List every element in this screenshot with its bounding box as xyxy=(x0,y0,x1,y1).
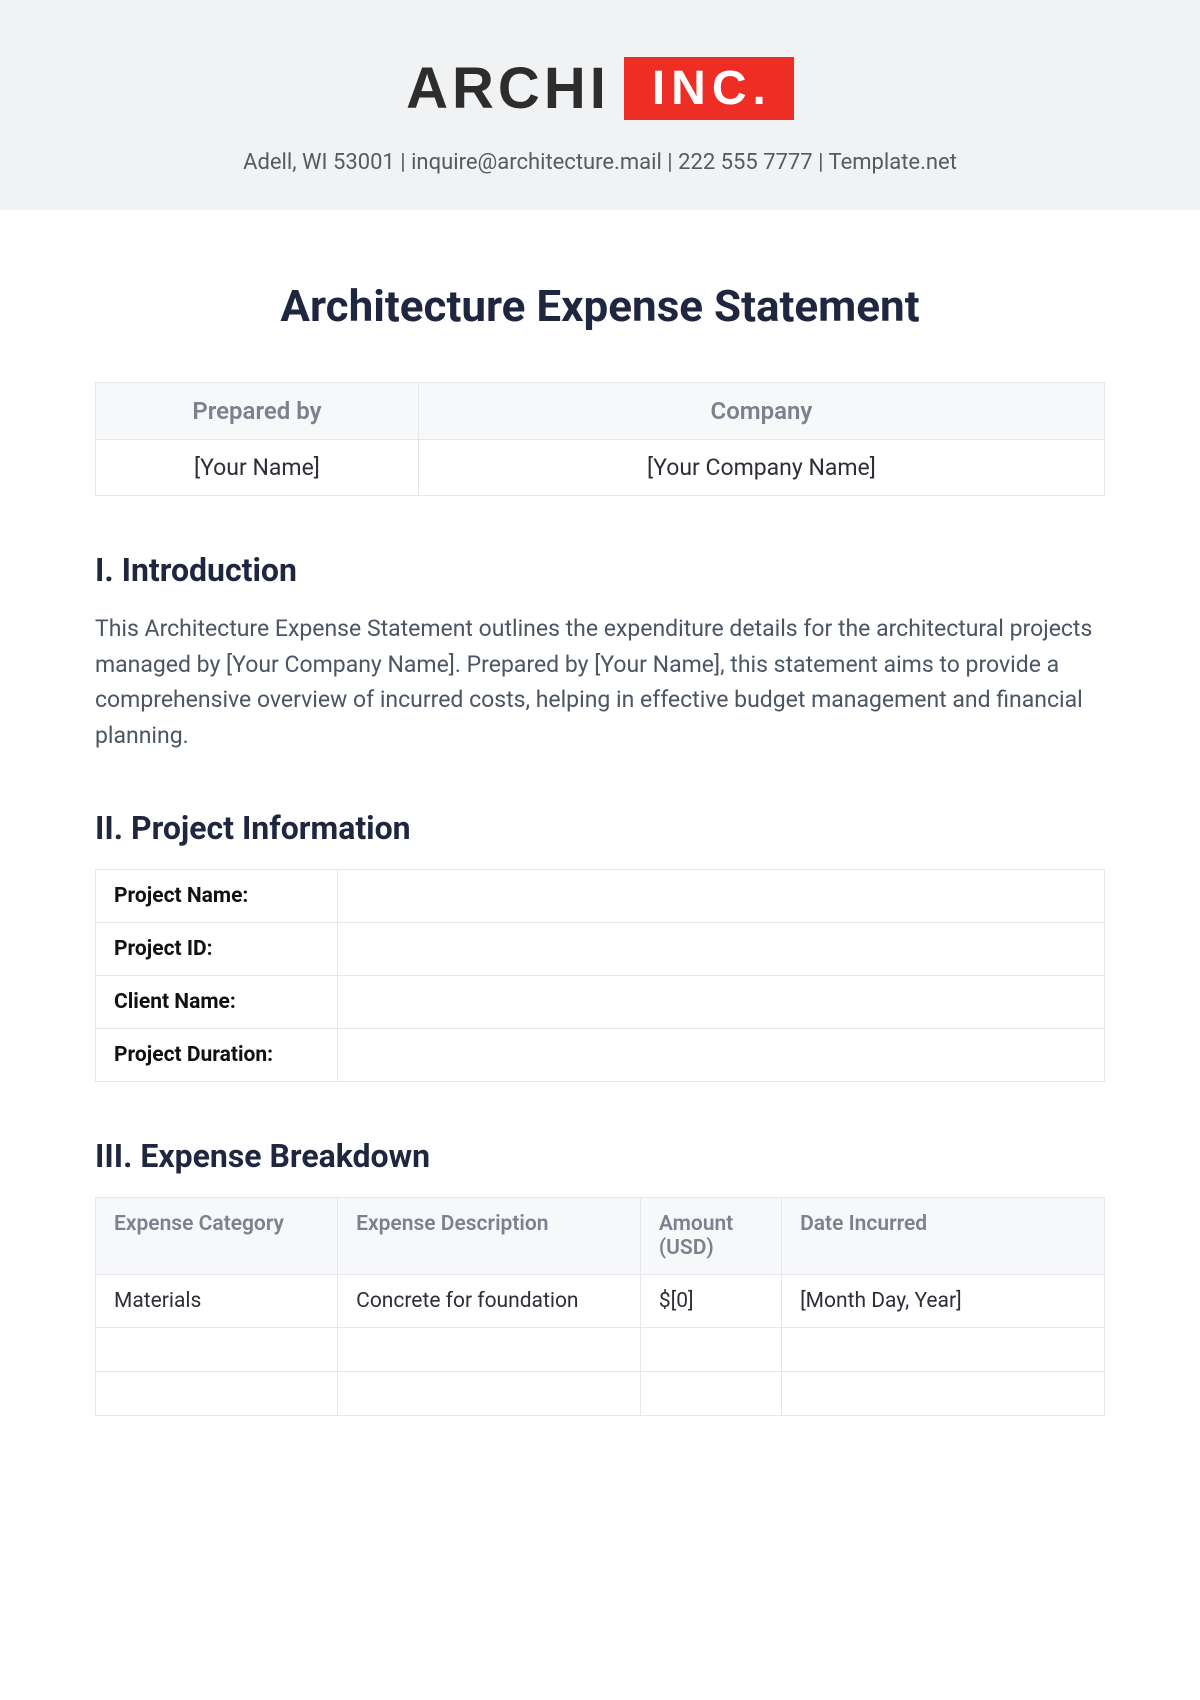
meta-header-company: Company xyxy=(418,383,1104,440)
section-heading-expense-breakdown: III. Expense Breakdown xyxy=(95,1137,1105,1175)
logo: ARCHI INC. xyxy=(406,55,794,122)
project-id-label: Project ID: xyxy=(96,922,338,975)
project-name-label: Project Name: xyxy=(96,869,338,922)
document-content: Architecture Expense Statement Prepared … xyxy=(0,210,1200,1416)
expense-date-cell[interactable] xyxy=(782,1327,1105,1371)
meta-header-row: Prepared by Company xyxy=(96,383,1105,440)
project-info-table: Project Name: Project ID: Client Name: P… xyxy=(95,869,1105,1082)
expense-amount-cell[interactable] xyxy=(640,1371,781,1415)
table-row: Project Duration: xyxy=(96,1028,1105,1081)
table-row xyxy=(96,1371,1105,1415)
expense-category-cell[interactable] xyxy=(96,1371,338,1415)
client-name-value[interactable] xyxy=(338,975,1105,1028)
col-expense-category: Expense Category xyxy=(96,1197,338,1274)
meta-value-prepared-by[interactable]: [Your Name] xyxy=(96,440,419,496)
expense-category-cell[interactable]: Materials xyxy=(96,1274,338,1327)
meta-table: Prepared by Company [Your Name] [Your Co… xyxy=(95,382,1105,496)
expense-description-cell[interactable]: Concrete for foundation xyxy=(338,1274,641,1327)
section-heading-introduction: I. Introduction xyxy=(95,551,1105,589)
col-amount: Amount (USD) xyxy=(640,1197,781,1274)
project-name-value[interactable] xyxy=(338,869,1105,922)
section-heading-project-info: II. Project Information xyxy=(95,809,1105,847)
client-name-label: Client Name: xyxy=(96,975,338,1028)
contact-line: Adell, WI 53001 | inquire@architecture.m… xyxy=(0,150,1200,175)
expense-date-cell[interactable]: [Month Day, Year] xyxy=(782,1274,1105,1327)
col-expense-description: Expense Description xyxy=(338,1197,641,1274)
table-row: Client Name: xyxy=(96,975,1105,1028)
table-row: Materials Concrete for foundation $[0] [… xyxy=(96,1274,1105,1327)
breakdown-header-row: Expense Category Expense Description Amo… xyxy=(96,1197,1105,1274)
project-id-value[interactable] xyxy=(338,922,1105,975)
introduction-body: This Architecture Expense Statement outl… xyxy=(95,611,1105,754)
expense-description-cell[interactable] xyxy=(338,1327,641,1371)
expense-amount-cell[interactable]: $[0] xyxy=(640,1274,781,1327)
logo-text-inc: INC. xyxy=(624,57,794,120)
header-banner: ARCHI INC. Adell, WI 53001 | inquire@arc… xyxy=(0,0,1200,210)
project-duration-value[interactable] xyxy=(338,1028,1105,1081)
expense-breakdown-table: Expense Category Expense Description Amo… xyxy=(95,1197,1105,1416)
expense-amount-cell[interactable] xyxy=(640,1327,781,1371)
table-row: Project Name: xyxy=(96,869,1105,922)
meta-value-company[interactable]: [Your Company Name] xyxy=(418,440,1104,496)
meta-header-prepared-by: Prepared by xyxy=(96,383,419,440)
expense-category-cell[interactable] xyxy=(96,1327,338,1371)
expense-date-cell[interactable] xyxy=(782,1371,1105,1415)
project-duration-label: Project Duration: xyxy=(96,1028,338,1081)
table-row: Project ID: xyxy=(96,922,1105,975)
table-row xyxy=(96,1327,1105,1371)
col-date-incurred: Date Incurred xyxy=(782,1197,1105,1274)
document-title: Architecture Expense Statement xyxy=(95,280,1105,332)
meta-value-row: [Your Name] [Your Company Name] xyxy=(96,440,1105,496)
logo-text-archi: ARCHI xyxy=(406,55,610,122)
expense-description-cell[interactable] xyxy=(338,1371,641,1415)
